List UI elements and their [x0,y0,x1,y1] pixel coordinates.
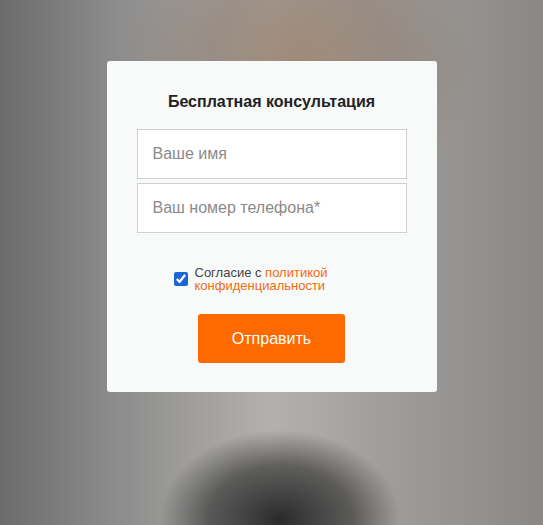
form-fields [137,129,407,233]
text-field[interactable] [137,183,407,233]
page: Бесплатная консультация Согласие с полити… [0,0,543,525]
consent-checkbox[interactable] [174,272,188,286]
text-field[interactable] [137,129,407,179]
consultation-form: Бесплатная консультация Согласие с полити… [107,61,437,392]
consent-row[interactable]: Согласие с политикой конфиденциальности [174,266,370,292]
form-title: Бесплатная консультация [168,92,375,112]
privacy-policy-link[interactable]: политикой конфиденциальности [195,265,328,293]
consent-label: Согласие с политикой конфиденциальности [195,266,370,292]
submit-button[interactable]: Отправить [198,314,345,363]
